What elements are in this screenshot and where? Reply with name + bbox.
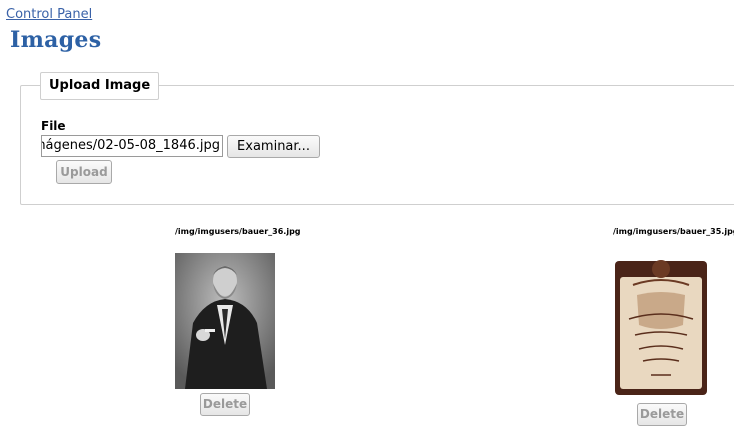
upload-legend: Upload Image [40,72,160,100]
browse-button[interactable]: Examinar... [227,135,320,158]
file-input-value: nágenes/02-05-08_1846.jpg [41,138,220,153]
portrait-image [175,253,275,389]
file-label: File [41,119,66,133]
delete-button[interactable]: Delete [637,403,687,426]
file-input[interactable]: nágenes/02-05-08_1846.jpg [41,135,223,157]
delete-button[interactable]: Delete [200,393,250,416]
control-panel-link[interactable]: Control Panel [6,7,92,22]
page-title: Images [10,27,102,53]
image-path-caption: /img/imgusers/bauer_36.jpg [175,227,301,236]
document-image [613,255,709,397]
upload-button[interactable]: Upload [56,160,112,184]
image-path-caption: /img/imgusers/bauer_35.jpg [613,227,734,236]
